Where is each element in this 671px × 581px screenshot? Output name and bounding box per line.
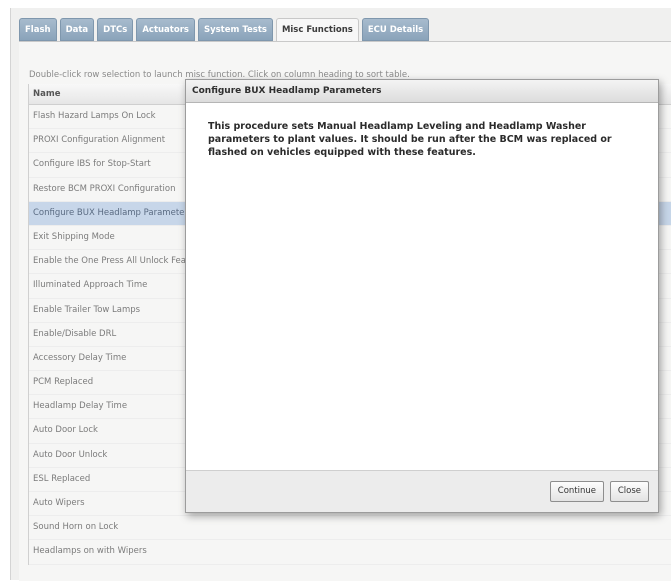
- tab-misc-functions[interactable]: Misc Functions: [275, 18, 359, 43]
- dialog-message: This procedure sets Manual Headlamp Leve…: [208, 121, 612, 158]
- tab-dtcs[interactable]: DTCs: [97, 18, 134, 41]
- tab-system-tests[interactable]: System Tests: [197, 18, 273, 41]
- tab-flash[interactable]: Flash: [19, 18, 57, 41]
- continue-button[interactable]: Continue: [549, 481, 604, 502]
- table-row[interactable]: Headlamps on with Wipers: [29, 540, 671, 565]
- table-row[interactable]: Sound Horn on Lock: [29, 516, 671, 541]
- tab-actuators[interactable]: Actuators: [136, 18, 195, 41]
- dialog-title: Configure BUX Headlamp Parameters: [186, 80, 658, 103]
- close-button[interactable]: Close: [609, 481, 649, 502]
- tab-bar: Flash Data DTCs Actuators System Tests M…: [19, 18, 430, 43]
- configure-bux-dialog: Configure BUX Headlamp Parameters This p…: [185, 79, 659, 513]
- tab-ecu-details[interactable]: ECU Details: [361, 18, 430, 41]
- tab-data[interactable]: Data: [59, 18, 95, 41]
- dialog-footer: Continue Close: [186, 470, 658, 512]
